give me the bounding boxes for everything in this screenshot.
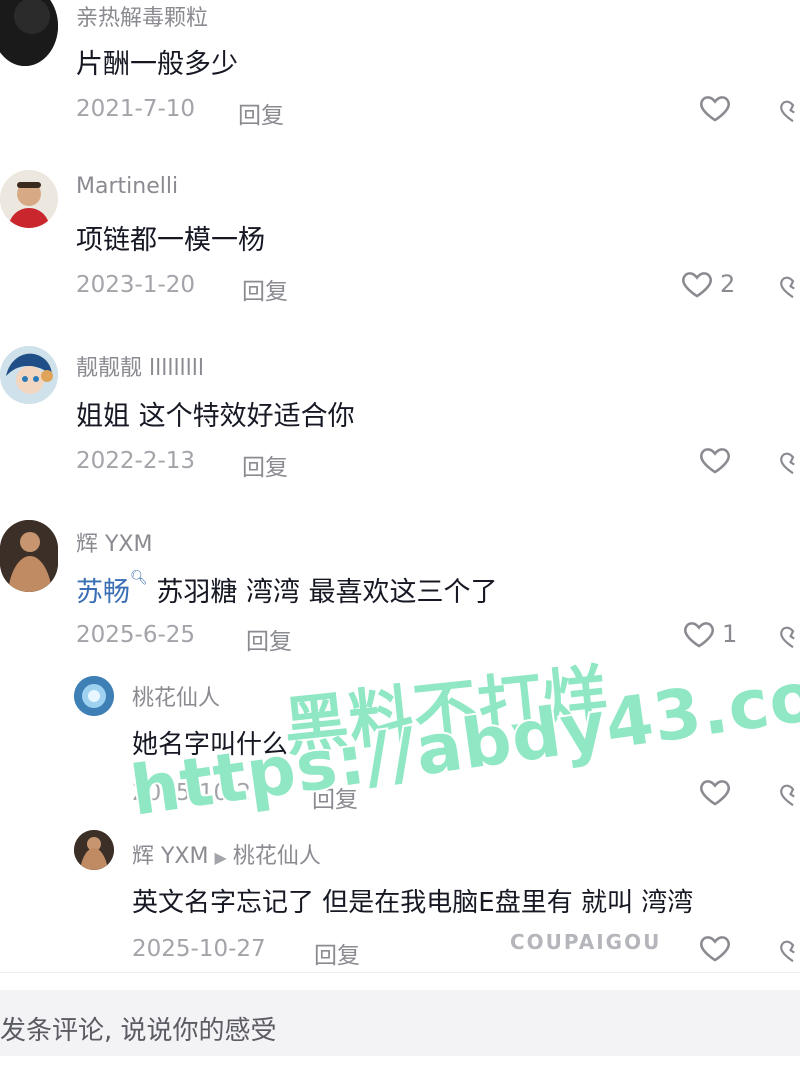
avatar[interactable] [74, 676, 114, 716]
reply-button[interactable]: 回复 [242, 272, 288, 306]
comment-text: 苏畅🔍︎ 苏羽糖 湾湾 最喜欢这三个了 [76, 570, 498, 609]
like-button[interactable]: 1 [682, 616, 737, 652]
avatar[interactable] [0, 170, 58, 228]
avatar[interactable] [0, 346, 58, 404]
dislike-icon[interactable] [778, 618, 800, 652]
reply-username-line: 辉 YXM ▶ 桃花仙人 [132, 838, 321, 870]
comment-username[interactable]: 亲热解毒颗粒 [76, 0, 208, 32]
reply-to-arrow-icon: ▶ [214, 848, 227, 867]
reply-to-username[interactable]: 桃花仙人 [233, 844, 321, 869]
comment-text-body: 苏羽糖 湾湾 最喜欢这三个了 [156, 577, 498, 608]
avatar[interactable] [0, 0, 58, 66]
comment-date: 2021-7-10 [76, 96, 196, 122]
mention-link[interactable]: 苏畅 [76, 577, 130, 608]
comment-date: 2025-6-25 [76, 622, 196, 648]
comment-username[interactable]: 辉 YXM [76, 526, 153, 558]
like-button[interactable] [698, 774, 738, 810]
comment-date: 2023-1-20 [76, 272, 196, 298]
comment-text: 姐姐 这个特效好适合你 [76, 401, 355, 432]
dislike-icon[interactable] [778, 932, 800, 966]
reply-username[interactable]: 桃花仙人 [132, 680, 220, 712]
dislike-icon[interactable] [778, 776, 800, 810]
dislike-icon[interactable] [778, 444, 800, 478]
like-count: 2 [720, 270, 736, 298]
heart-icon [700, 448, 730, 474]
reply-username[interactable]: 辉 YXM [132, 844, 209, 869]
avatar[interactable] [0, 520, 58, 592]
like-button[interactable]: 2 [680, 266, 735, 302]
divider [0, 972, 800, 973]
heart-icon [684, 622, 714, 648]
reply-text: 英文名字忘记了 但是在我电脑E盘里有 就叫 湾湾 [132, 888, 694, 918]
comment-text: 片酬一般多少 [76, 49, 238, 80]
dislike-icon[interactable] [778, 268, 800, 302]
heart-icon [700, 96, 730, 122]
comment-username[interactable]: Martinelli [76, 174, 178, 199]
heart-icon [700, 936, 730, 962]
search-icon[interactable]: 🔍︎ [130, 570, 148, 586]
reply-date: 2025-10-27 [132, 936, 266, 962]
corner-watermark: COUPAIGOU [510, 930, 662, 954]
like-count: 1 [722, 620, 738, 648]
comment-username[interactable]: 靓靓靓 lllllllll [76, 350, 204, 382]
comment-input-bar[interactable]: 发条评论, 说说你的感受 [0, 990, 800, 1056]
reply-button[interactable]: 回复 [314, 936, 360, 970]
heart-icon [700, 780, 730, 806]
reply-button[interactable]: 回复 [246, 622, 292, 656]
comment-text: 项链都一模一杨 [76, 225, 265, 256]
reply-button[interactable]: 回复 [238, 96, 284, 130]
dislike-icon[interactable] [778, 92, 800, 126]
like-button[interactable] [698, 442, 738, 478]
comment-input-placeholder[interactable]: 发条评论, 说说你的感受 [0, 1010, 277, 1047]
like-button[interactable] [698, 930, 738, 966]
heart-icon [682, 272, 712, 298]
reply-button[interactable]: 回复 [242, 448, 288, 482]
avatar[interactable] [74, 830, 114, 870]
comment-date: 2022-2-13 [76, 448, 196, 474]
like-button[interactable] [698, 90, 738, 126]
